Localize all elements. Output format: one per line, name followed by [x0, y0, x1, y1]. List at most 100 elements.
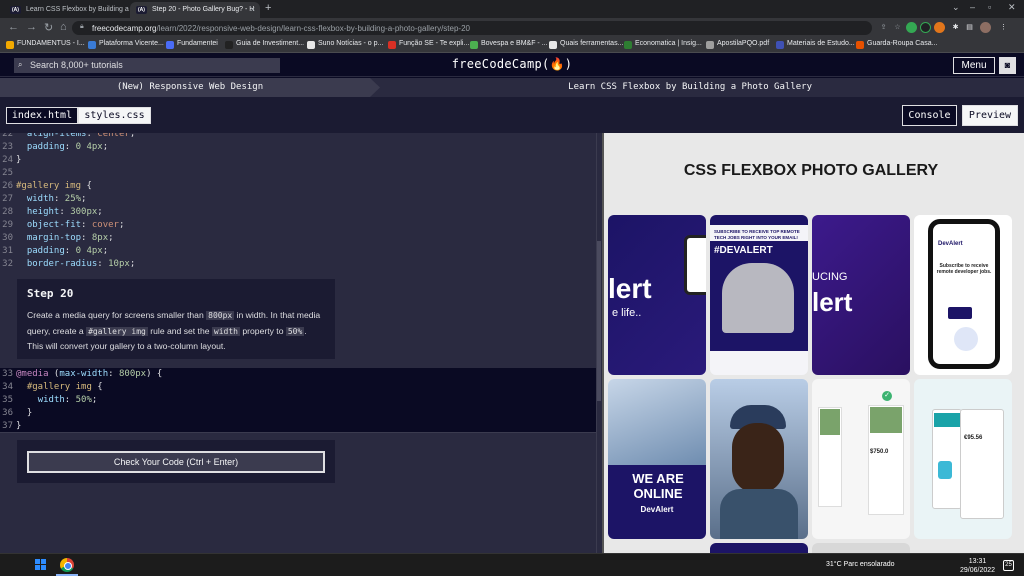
bookmark-star-icon[interactable]: ☆: [892, 22, 903, 33]
close-icon[interactable]: ×: [250, 5, 255, 14]
menu-button[interactable]: Menu: [953, 57, 995, 74]
bookmark-label: Suno Notícias - o p...: [318, 40, 384, 47]
icon-shape: [938, 461, 952, 479]
bookmark-item[interactable]: Guarda-Roupa Casa...: [856, 40, 937, 49]
bookmark-icon: [706, 41, 714, 49]
maximize-icon[interactable]: ▫: [988, 2, 991, 12]
tab-search-icon[interactable]: ⌄: [952, 2, 960, 13]
photo-subcaption: UCING: [812, 271, 848, 283]
gallery-photo: ✓ $750.0: [812, 379, 910, 539]
bookmark-icon: [307, 41, 315, 49]
illustration-shape: [954, 327, 978, 351]
bookmark-item[interactable]: ApostilaPQO.pdf: [706, 40, 769, 49]
preview-pane[interactable]: CSS FLEXBOX PHOTO GALLERY lert e life.. …: [602, 133, 1024, 553]
gallery-photo: UCING lert: [812, 215, 910, 375]
price-text: $750.0: [870, 449, 889, 455]
photo-caption: DevAlert: [938, 241, 963, 247]
browser-tab[interactable]: (A) Learn CSS Flexbox by Building a ×: [4, 2, 144, 18]
user-avatar-icon[interactable]: ◙: [999, 57, 1016, 74]
photo-caption: WE ARE ONLINE: [632, 471, 684, 501]
photo-caption: #DEVALERT: [714, 245, 773, 256]
extension-icon[interactable]: [920, 22, 931, 33]
subscribe-button-shape: [948, 307, 972, 319]
shirt-shape: [720, 489, 798, 539]
windows-start-icon[interactable]: [35, 559, 47, 571]
step-description: Create a media query for screens smaller…: [27, 310, 321, 351]
browser-tab-strip: (A) Learn CSS Flexbox by Building a × (A…: [0, 0, 1024, 18]
bookmark-item[interactable]: Guia de Investiment...: [225, 40, 305, 49]
notification-badge[interactable]: 25: [1003, 560, 1014, 571]
metamask-icon[interactable]: [934, 22, 945, 33]
check-code-button[interactable]: Check Your Code (Ctrl + Enter): [27, 451, 325, 473]
bookmark-label: Materiais de Estudo...: [787, 40, 855, 47]
check-icon: ✓: [882, 391, 892, 401]
reading-list-icon[interactable]: ▤: [964, 22, 975, 33]
fcc-logo[interactable]: freeCodeCamp(🔥): [440, 57, 584, 71]
breadcrumb: (New) Responsive Web Design Learn CSS Fl…: [0, 78, 1024, 97]
browser-tab-title: Step 20 - Photo Gallery Bug? - H: [152, 6, 255, 13]
bookmark-item[interactable]: Quais ferramentas...: [549, 40, 623, 49]
lock-icon: 🔒︎: [80, 23, 84, 30]
share-icon[interactable]: ⇪: [878, 22, 889, 33]
preview-button[interactable]: Preview: [962, 105, 1018, 126]
bookmark-icon: [856, 41, 864, 49]
bookmark-label: Guia de Investiment...: [236, 40, 305, 47]
bookmark-label: Economatica | Insig...: [635, 40, 702, 47]
code-line: 33 @media (max-width: 800px) {: [0, 368, 602, 381]
windows-taskbar: 31°C Parc ensolarado 13:31 29/06/2022 25: [0, 553, 1024, 576]
bookmark-item[interactable]: Suno Notícias - o p...: [307, 40, 384, 49]
code-line: 35 width: 50%;: [0, 394, 602, 407]
puzzle-icon[interactable]: ✱: [950, 22, 961, 33]
bookmark-label: Plataforma Vicente...: [99, 40, 164, 47]
photo-caption: lert: [608, 273, 652, 304]
fcc-favicon-icon: (A): [10, 6, 21, 14]
bookmark-item[interactable]: Materiais de Estudo...: [776, 40, 855, 49]
more-icon[interactable]: ⋮: [998, 22, 1009, 33]
minimize-icon[interactable]: –: [970, 2, 975, 12]
editor-scrollbar-thumb[interactable]: [597, 241, 601, 401]
photo-subcaption: SUBSCRIBE TO RECEIVE TOP REMOTE TECH JOB…: [714, 229, 800, 240]
bookmark-item[interactable]: Função SE - Te expli...: [388, 40, 470, 49]
new-tab-icon[interactable]: +: [265, 2, 271, 14]
photo-subcaption: DevAlert: [640, 505, 674, 514]
search-input[interactable]: ⌕ Search 8,000+ tutorials: [14, 58, 280, 73]
house-photo: [870, 407, 902, 433]
close-window-icon[interactable]: ✕: [1008, 2, 1016, 13]
browser-tab-active[interactable]: (A) Step 20 - Photo Gallery Bug? - H ×: [130, 2, 260, 18]
bookmark-item[interactable]: Economatica | Insig...: [624, 40, 702, 49]
bookmark-item[interactable]: Bovespa e BM&F - ...: [470, 40, 548, 49]
bookmark-item[interactable]: Plataforma Vicente...: [88, 40, 164, 49]
search-icon: ⌕: [18, 60, 23, 69]
bookmark-icon: [225, 41, 233, 49]
gallery-title: CSS FLEXBOX PHOTO GALLERY: [683, 162, 939, 179]
forward-icon[interactable]: →: [26, 21, 37, 33]
extension-icon[interactable]: [906, 22, 917, 33]
home-icon[interactable]: ⌂: [60, 21, 67, 33]
breadcrumb-lesson[interactable]: Learn CSS Flexbox by Building a Photo Ga…: [380, 78, 1024, 97]
bookmark-label: Função SE - Te expli...: [399, 40, 470, 47]
step-title: Step 20: [27, 287, 74, 300]
profile-avatar[interactable]: [980, 22, 991, 33]
tab-styles-css[interactable]: styles.css: [78, 107, 151, 124]
bookmark-icon: [88, 41, 96, 49]
reload-icon[interactable]: ↻: [44, 21, 53, 34]
console-button[interactable]: Console: [902, 105, 957, 126]
fcc-favicon-icon: (A): [136, 6, 147, 14]
bookmark-icon: [549, 41, 557, 49]
weather-widget[interactable]: 31°C Parc ensolarado: [826, 561, 895, 568]
bookmark-label: Bovespa e BM&F - ...: [481, 40, 548, 47]
tab-index-html[interactable]: index.html: [6, 107, 78, 124]
bookmark-item[interactable]: Fundamentei: [166, 40, 218, 49]
address-bar[interactable]: 🔒︎ freecodecamp.org/learn/2022/responsiv…: [72, 21, 872, 35]
clock[interactable]: 13:31 29/06/2022: [960, 557, 995, 575]
back-icon[interactable]: ←: [8, 21, 19, 33]
url-host: freecodecamp.org: [92, 24, 157, 33]
breadcrumb-course[interactable]: (New) Responsive Web Design: [0, 78, 380, 97]
code-line: 23 padding: 0 4px;: [2, 142, 109, 152]
chrome-icon[interactable]: [60, 558, 74, 572]
bookmark-item[interactable]: FUNDAMENTUS - I...: [6, 40, 85, 49]
gallery-photo: lert e life..: [608, 215, 706, 375]
browser-tab-title: Learn CSS Flexbox by Building a: [26, 6, 129, 13]
gallery-photo: WE ARE ONLINE DevAlert: [608, 379, 706, 539]
photo-subcaption: e life..: [612, 307, 642, 319]
